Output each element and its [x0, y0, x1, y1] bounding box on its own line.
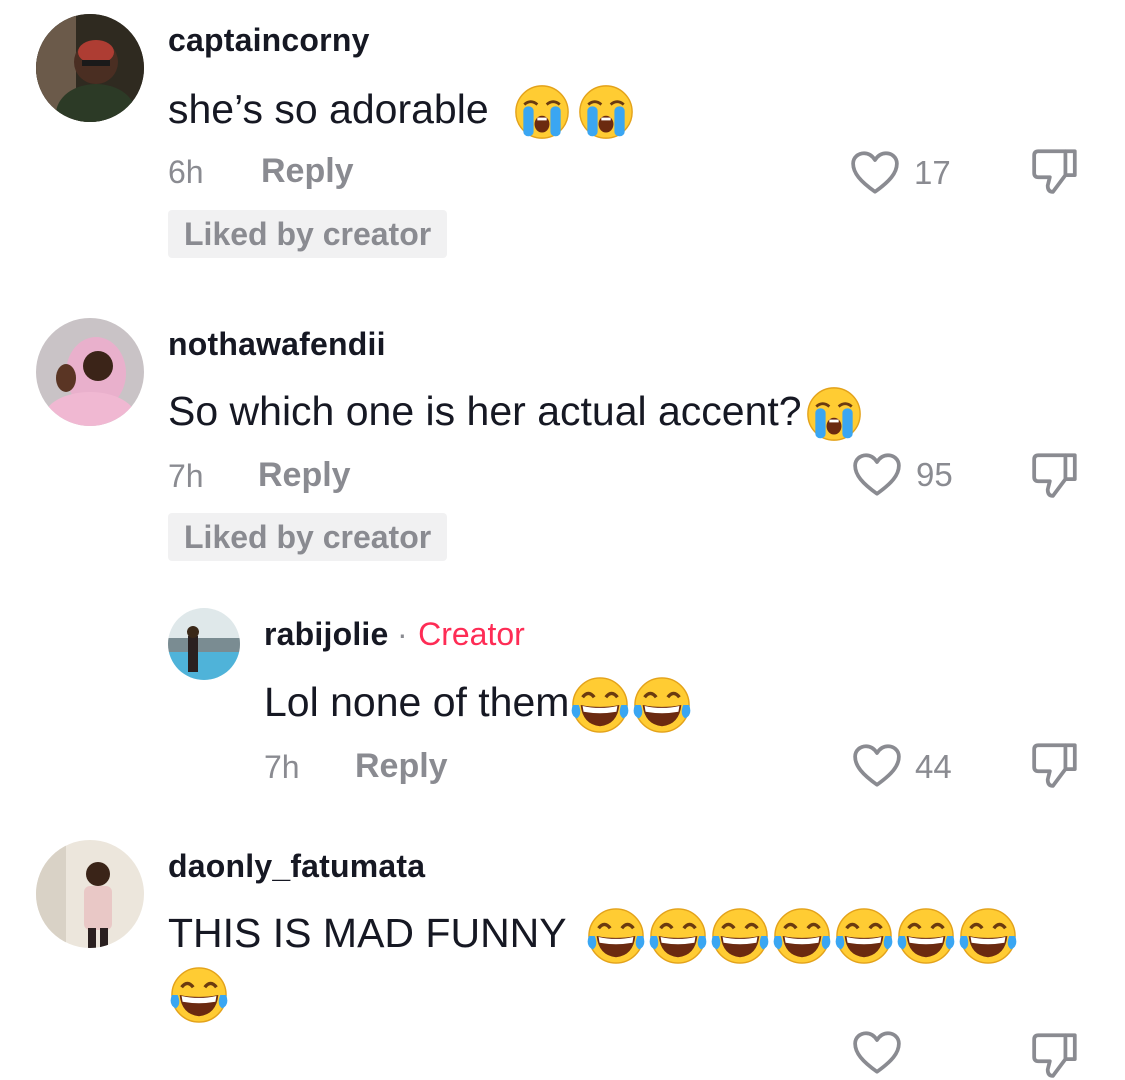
liked-by-creator-badge: Liked by creator: [168, 513, 448, 561]
face-with-tears-of-joy-icon: [649, 907, 707, 965]
reply-button[interactable]: Reply: [261, 152, 354, 191]
creator-tag: Creator: [418, 616, 525, 652]
reply-button[interactable]: Reply: [258, 456, 351, 495]
face-with-tears-of-joy-icon: [773, 907, 831, 965]
heart-outline-icon[interactable]: [852, 743, 902, 789]
loudly-crying-face-icon: [806, 386, 862, 442]
separator-dot: ·: [396, 616, 408, 652]
face-with-tears-of-joy-icon: [711, 907, 769, 965]
like-count: 44: [915, 748, 952, 785]
username[interactable]: nothawafendii: [168, 326, 386, 363]
thumbs-down-icon[interactable]: [1030, 450, 1080, 500]
comment-text: Lol none of them: [264, 674, 691, 730]
face-with-tears-of-joy-icon: [897, 907, 955, 965]
face-with-tears-of-joy-icon: [170, 966, 228, 1024]
avatar[interactable]: [36, 14, 144, 122]
loudly-crying-face-icon: [514, 84, 570, 140]
like-count: 95: [916, 456, 953, 493]
thumbs-down-icon[interactable]: [1030, 740, 1080, 790]
heart-outline-icon[interactable]: [852, 452, 902, 498]
avatar[interactable]: [36, 318, 144, 426]
timestamp: 7h: [168, 458, 204, 494]
timestamp: 7h: [264, 749, 300, 785]
username[interactable]: rabijolie: [264, 616, 389, 652]
heart-outline-icon[interactable]: [850, 150, 900, 196]
face-with-tears-of-joy-icon: [835, 907, 893, 965]
liked-by-creator-badge: Liked by creator: [168, 210, 448, 258]
username[interactable]: captaincorny: [168, 22, 370, 59]
heart-outline-icon[interactable]: [852, 1030, 902, 1076]
like-count: 17: [914, 154, 951, 191]
comment-text-content: So which one is her actual accent?: [168, 388, 802, 434]
face-with-tears-of-joy-icon: [633, 676, 691, 734]
reply-header: rabijolie · Creator: [264, 616, 525, 653]
comment-text-content: THIS IS MAD FUNNY: [168, 910, 566, 956]
reply-button[interactable]: Reply: [355, 747, 448, 786]
thumbs-down-icon[interactable]: [1030, 1030, 1080, 1080]
emoji-group: [587, 910, 1017, 956]
face-with-tears-of-joy-icon: [587, 907, 645, 965]
avatar[interactable]: [36, 840, 144, 948]
comment-text: THIS IS MAD FUNNY: [168, 904, 1017, 962]
comment-text-content: she’s so adorable: [168, 86, 489, 132]
face-with-tears-of-joy-icon: [959, 907, 1017, 965]
face-with-tears-of-joy-icon: [571, 676, 629, 734]
comment-text: she’s so adorable: [168, 82, 634, 136]
loudly-crying-face-icon: [578, 84, 634, 140]
comment-text-content: Lol none of them: [264, 679, 570, 725]
timestamp: 6h: [168, 154, 204, 190]
avatar[interactable]: [168, 608, 240, 680]
thumbs-down-icon[interactable]: [1030, 146, 1080, 196]
comment-text: So which one is her actual accent?: [168, 384, 862, 438]
username[interactable]: daonly_fatumata: [168, 848, 425, 885]
